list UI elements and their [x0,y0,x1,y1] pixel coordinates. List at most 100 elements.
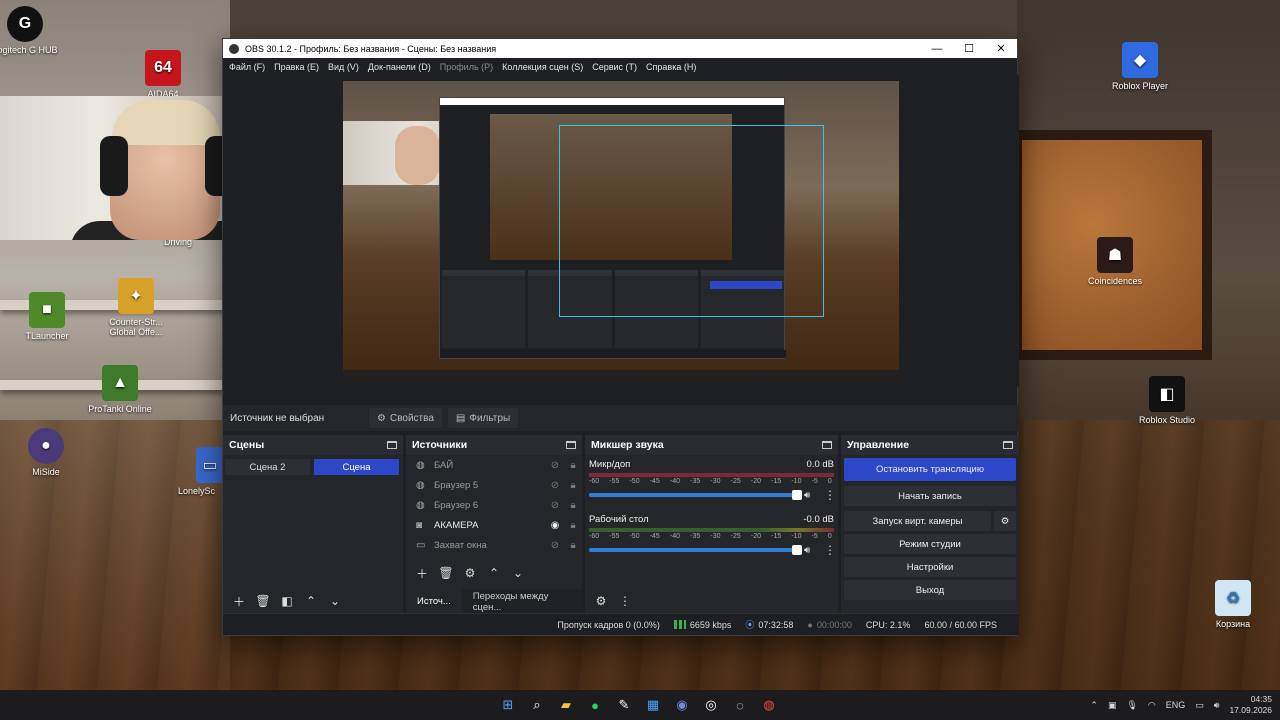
undock-icon[interactable] [822,441,832,449]
settings-button[interactable]: Настройки [844,557,1016,577]
menu-docks[interactable]: Док-панели (D) [364,62,435,72]
scene-item[interactable]: Сцена 2 [225,459,310,475]
source-item[interactable]: ▭ Захват окна ⊘ 🔒︎ [406,535,582,555]
undock-icon[interactable] [387,441,397,449]
speaker-icon[interactable]: 🔊︎ [804,490,818,501]
filters-button[interactable]: ▤ Фильтры [447,408,519,428]
advanced-audio-icon[interactable]: ⚙ [591,591,611,611]
virtual-camera-button[interactable]: Запуск вирт. камеры [844,511,991,531]
counter-strike-icon: ✦ [118,278,154,314]
store-icon[interactable]: ▦ [641,693,665,717]
language-indicator[interactable]: ENG [1166,700,1186,710]
preview-selection-box [559,125,824,317]
menu-file[interactable]: Файл (F) [225,62,269,72]
source-item[interactable]: ◙ АКАМЕРА ◉ 🔒︎ [406,515,582,535]
gear-icon[interactable]: ⚙ [460,563,480,583]
desktop-icon-counter-strike[interactable]: ✦ Counter-Str... Global Offe... [101,278,171,337]
tray-app-icon[interactable]: ▣ [1108,700,1117,711]
source-item[interactable]: ◍ Браузер 6 ⊘ 🔒︎ [406,495,582,515]
menu-bar: Файл (F) Правка (E) Вид (V) Док-панели (… [223,58,1017,75]
volume-icon[interactable]: 🔊︎ [1214,700,1220,711]
eye-hidden-icon[interactable]: ⊘ [546,480,564,491]
tab-transitions[interactable]: Переходы между сцен... [461,589,582,615]
clock[interactable]: 04:35 17.09.2026 [1229,694,1272,716]
move-down-icon[interactable]: ⌄ [325,591,345,611]
eye-icon[interactable]: ◉ [546,520,564,531]
lock-icon[interactable]: 🔒︎ [564,540,582,551]
steam-icon[interactable]: ◎ [699,693,723,717]
speaker-icon[interactable]: 🔊︎ [804,545,818,556]
menu-profile[interactable]: Профиль (P) [436,62,497,72]
add-source-button[interactable]: ＋ [412,563,432,583]
broadcast-icon: ⦿ [745,620,755,630]
network-icon[interactable]: ▭ [1195,700,1204,711]
more-icon[interactable]: ⋮ [824,543,836,557]
scene-item-active[interactable]: Сцена [314,459,399,475]
lock-icon[interactable]: 🔒︎ [564,460,582,471]
headset-icon[interactable]: ◠ [1148,700,1156,711]
move-up-icon[interactable]: ⌃ [484,563,504,583]
volume-slider[interactable] [589,545,802,555]
add-scene-button[interactable]: ＋ [229,591,249,611]
folder-icon[interactable]: ▰ [554,693,578,717]
undock-icon[interactable] [1003,441,1013,449]
close-button[interactable]: ✕ [985,39,1017,58]
search-icon[interactable]: ⌕ [525,693,549,717]
desktop-icon-roblox-studio[interactable]: ◧ Roblox Studio [1132,376,1202,425]
desktop-icon-miside[interactable]: ● MiSide [11,428,81,477]
recycle-bin-icon: ♻ [1215,580,1251,616]
desktop-icon-lonely[interactable]: ▭ LonelySc [178,447,224,496]
desktop-icon-recycle-bin[interactable]: ♻ Корзина [1198,580,1268,629]
more-icon[interactable]: ⋮ [615,591,635,611]
source-item[interactable]: ◍ Браузер 5 ⊘ 🔒︎ [406,475,582,495]
move-down-icon[interactable]: ⌄ [508,563,528,583]
discord-icon[interactable]: ◉ [670,693,694,717]
maximize-button[interactable]: ☐ [953,39,985,58]
lock-icon[interactable]: 🔒︎ [564,480,582,491]
stop-stream-button[interactable]: Остановить трансляцию [844,458,1016,481]
lock-icon[interactable]: 🔒︎ [564,520,582,531]
paint-icon[interactable]: ✎ [612,693,636,717]
program-preview[interactable] [343,81,899,382]
desktop-icon-roblox-player[interactable]: ◆ Roblox Player [1105,42,1175,91]
gear-icon[interactable]: ⚙ [994,511,1016,531]
desktop-icon-coincidences[interactable]: ☗ Coincidences [1080,237,1150,286]
windows-start-icon[interactable]: ⊞ [496,693,520,717]
chrome-icon[interactable]: ◍ [757,693,781,717]
start-record-button[interactable]: Начать запись [844,486,1016,506]
lock-icon[interactable]: 🔒︎ [564,500,582,511]
microphone-icon[interactable]: 🎙︎ [1126,700,1137,711]
cpu-usage: CPU: 2.1% [865,619,911,630]
desktop-icon-protanki[interactable]: ▲ ProTanki Online [85,365,155,414]
properties-button[interactable]: ⚙ Свойства [369,408,442,428]
eye-hidden-icon[interactable]: ⊘ [546,460,564,471]
chevron-up-icon[interactable]: ⌃ [1090,700,1098,711]
studio-mode-button[interactable]: Режим студии [844,534,1016,554]
move-up-icon[interactable]: ⌃ [301,591,321,611]
menu-edit[interactable]: Правка (E) [270,62,323,72]
menu-tools[interactable]: Сервис (T) [588,62,641,72]
more-icon[interactable]: ⋮ [824,488,836,502]
menu-help[interactable]: Справка (H) [642,62,700,72]
eye-hidden-icon[interactable]: ⊘ [546,540,564,551]
eye-hidden-icon[interactable]: ⊘ [546,500,564,511]
source-toolbar: Источник не выбран ⚙ Свойства ▤ Фильтры [223,405,1019,431]
undock-icon[interactable] [566,441,576,449]
scene-filters-icon[interactable]: ◧ [277,591,297,611]
desktop-icon-aida64[interactable]: 64 AIDA64 [128,50,198,99]
source-item[interactable]: ◍ БАЙ ⊘ 🔒︎ [406,455,582,475]
minimize-button[interactable]: — [921,39,953,58]
menu-view[interactable]: Вид (V) [324,62,363,72]
trash-icon[interactable]: 🗑 [253,591,273,611]
volume-slider[interactable] [589,490,802,500]
spotify-icon[interactable]: ● [583,693,607,717]
desktop-icon-tlauncher[interactable]: ■ TLauncher [12,292,82,341]
tab-sources[interactable]: Источ... [406,589,462,615]
fps-counter: 60.00 / 60.00 FPS [924,619,997,630]
obs-taskbar-icon[interactable]: ◌ [728,693,752,717]
miside-icon: ● [28,428,64,464]
menu-scene-collection[interactable]: Коллекция сцен (S) [498,62,587,72]
trash-icon[interactable]: 🗑 [436,563,456,583]
desktop-icon-logitech[interactable]: G Logitech G HUB [0,6,60,55]
exit-button[interactable]: Выход [844,580,1016,600]
